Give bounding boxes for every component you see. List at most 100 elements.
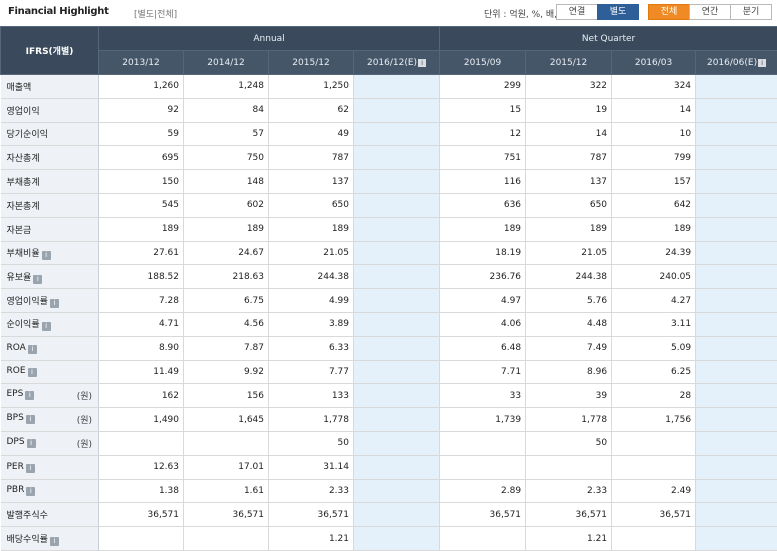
value-cell (353, 455, 441, 480)
value-cell (353, 407, 441, 432)
value-cell (353, 288, 441, 313)
table-row: PER i 12.63 17.01 31.14 (0, 455, 777, 480)
period-annual-button[interactable]: 연간 (689, 4, 731, 20)
header-bar: Financial Highlight [별도|전체] 단위 : 억원, %, … (0, 0, 777, 26)
value-cell: 1,739 (439, 407, 527, 432)
info-icon[interactable]: i (26, 438, 36, 448)
value-cell: 19 (525, 98, 613, 123)
info-icon[interactable]: i (25, 391, 35, 401)
table-row: ROE i 11.49 9.92 7.77 7.71 8.96 6.25 (0, 360, 777, 385)
info-icon[interactable]: i (41, 322, 51, 332)
row-label-cell: DPS i (원) (0, 431, 99, 456)
value-cell: 2.33 (525, 479, 613, 504)
column-header: 2016/03 (611, 50, 697, 75)
table-row: ROA i 8.90 7.87 6.33 6.48 7.49 5.09 (0, 336, 777, 361)
separate-button[interactable]: 별도 (597, 4, 639, 20)
info-icon[interactable]: i (25, 415, 35, 425)
value-cell: 4.71 (98, 312, 184, 337)
value-cell: 1.21 (268, 526, 354, 551)
value-cell: 602 (183, 193, 269, 218)
value-cell: 156 (183, 383, 269, 409)
period-all-button[interactable]: 전체 (648, 4, 690, 20)
row-label-cell: ROA i (0, 336, 99, 361)
value-cell: 1,490 (98, 407, 184, 432)
row-label-cell: 순이익률 i (0, 312, 99, 337)
table-row: BPS i (원) 1,490 1,645 1,778 1,739 1,778 1,756 (0, 407, 777, 432)
value-cell: 8.96 (525, 360, 613, 385)
column-header-label: 2014/12 (207, 57, 245, 68)
row-label-cell: 발행주식수 (0, 502, 99, 528)
value-cell: 33 (439, 383, 527, 409)
value-cell (695, 336, 777, 361)
info-icon[interactable]: i (33, 274, 43, 284)
value-cell: 4.48 (525, 312, 613, 337)
value-cell: 36,571 (98, 502, 184, 528)
value-cell (611, 431, 697, 456)
value-cell: 5.09 (611, 336, 697, 361)
table-row: 유보율 i 188.52 218.63 244.38 236.76 244.38 240.05 (0, 264, 777, 290)
value-cell: 3.11 (611, 312, 697, 337)
info-icon[interactable]: i (49, 298, 59, 308)
info-icon[interactable]: i (25, 463, 35, 473)
info-icon[interactable]: i (27, 344, 37, 354)
value-cell (695, 288, 777, 313)
value-cell: 189 (183, 217, 269, 242)
value-cell: 24.67 (183, 241, 269, 266)
table-row: PBR i 1.38 1.61 2.33 2.89 2.33 2.49 (0, 479, 777, 504)
row-label: 유보율 (6, 272, 32, 283)
value-cell (525, 455, 613, 480)
value-cell: 7.71 (439, 360, 527, 385)
value-cell: 695 (98, 145, 184, 171)
row-label-cell: 부채총계 (0, 169, 99, 194)
value-cell: 1.21 (525, 526, 613, 551)
value-cell: 62 (268, 98, 354, 123)
value-cell: 36,571 (183, 502, 269, 528)
corner-header: IFRS(개별) (0, 26, 99, 75)
value-cell: 36,571 (611, 502, 697, 528)
value-cell (353, 431, 441, 456)
value-cell: 50 (268, 431, 354, 456)
value-cell (439, 431, 527, 456)
value-cell: 299 (439, 74, 527, 99)
info-icon[interactable]: i (27, 368, 37, 378)
value-cell: 636 (439, 193, 527, 218)
value-cell: 148 (183, 169, 269, 194)
value-cell (353, 502, 441, 528)
value-cell: 4.97 (439, 288, 527, 313)
value-cell: 244.38 (525, 264, 613, 290)
row-label: PER (6, 461, 24, 472)
value-cell (353, 74, 441, 99)
column-header: 2014/12 (183, 50, 269, 75)
row-label: 매출액 (6, 82, 32, 93)
estimate-info-icon[interactable]: i (418, 58, 427, 67)
table-row: 자본총계 545 602 650 636 650 642 (0, 193, 777, 218)
value-cell: 7.49 (525, 336, 613, 361)
column-header-label: 2015/12 (292, 57, 330, 68)
value-cell: 1,260 (98, 74, 184, 99)
value-cell: 240.05 (611, 264, 697, 290)
row-label: 자본총계 (6, 201, 40, 212)
value-cell: 116 (439, 169, 527, 194)
row-label-cell: 부채비율 i (0, 241, 99, 266)
quarter-group-header: Net Quarter (439, 26, 777, 51)
value-cell: 189 (611, 217, 697, 242)
row-label-cell: 자본총계 (0, 193, 99, 218)
consolidated-button[interactable]: 연결 (556, 4, 598, 20)
estimate-info-icon[interactable]: i (758, 58, 767, 67)
info-icon[interactable]: i (49, 536, 59, 546)
value-cell (695, 407, 777, 432)
period-quarter-button[interactable]: 분기 (730, 4, 772, 20)
value-cell: 188.52 (98, 264, 184, 290)
value-cell: 236.76 (439, 264, 527, 290)
value-cell: 1,778 (268, 407, 354, 432)
value-cell (695, 98, 777, 123)
value-cell: 36,571 (268, 502, 354, 528)
info-icon[interactable]: i (41, 250, 51, 260)
value-cell: 1,778 (525, 407, 613, 432)
info-icon[interactable]: i (26, 487, 36, 497)
value-cell (353, 122, 441, 147)
value-cell: 1,248 (183, 74, 269, 99)
value-cell: 4.99 (268, 288, 354, 313)
value-cell (695, 217, 777, 242)
value-cell: 137 (525, 169, 613, 194)
